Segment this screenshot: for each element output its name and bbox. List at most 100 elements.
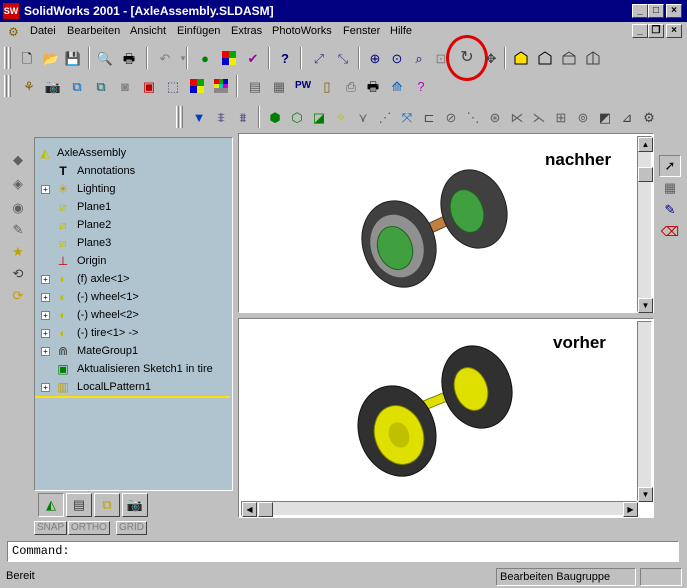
- camera2-icon[interactable]: ◙: [114, 75, 136, 97]
- expand-icon[interactable]: +: [41, 329, 50, 338]
- menu-hilfe[interactable]: Hilfe: [390, 25, 412, 37]
- mate-lock-icon[interactable]: ⋋: [528, 106, 550, 128]
- mate-tool-icon[interactable]: ✎: [7, 219, 29, 241]
- mate-distance-icon[interactable]: ⋰: [374, 106, 396, 128]
- zoom-in-icon[interactable]: ⊙: [386, 47, 408, 69]
- toolbar-grip-2[interactable]: [8, 75, 11, 97]
- expand-icon[interactable]: +: [41, 185, 50, 194]
- copy-render-icon[interactable]: ⧉: [90, 75, 112, 97]
- grid-icon[interactable]: ▦: [659, 177, 681, 199]
- document-icon[interactable]: ⚙: [8, 25, 22, 39]
- close-button[interactable]: ×: [666, 4, 682, 18]
- select-icon[interactable]: ⤢: [308, 47, 330, 69]
- decal-icon[interactable]: ▦: [268, 75, 290, 97]
- menu-extras[interactable]: Extras: [231, 25, 262, 37]
- save-image-icon[interactable]: ▤: [244, 75, 266, 97]
- copy-icon[interactable]: ⧉: [66, 75, 88, 97]
- horizontal-scrollbar[interactable]: ◀ ▶: [241, 501, 638, 517]
- mate-align-icon[interactable]: ⊏: [418, 106, 440, 128]
- maximize-button[interactable]: □: [648, 4, 664, 18]
- property-tab-icon[interactable]: ▤: [66, 493, 92, 517]
- mate-sym-icon[interactable]: ⊛: [484, 106, 506, 128]
- smart-select-icon[interactable]: ⤡: [332, 47, 354, 69]
- photoworks-tab-icon[interactable]: 📷: [122, 493, 148, 517]
- menu-fenster[interactable]: Fenster: [343, 25, 380, 37]
- mate-anti-icon[interactable]: ⊘: [440, 106, 462, 128]
- sketch-tool-icon[interactable]: ◆: [7, 149, 29, 171]
- scroll-thumb-h[interactable]: [258, 502, 273, 517]
- select-arrow-icon[interactable]: ➚: [659, 155, 681, 177]
- filter-edge-icon[interactable]: ⩨: [210, 106, 232, 128]
- mate-concentric-icon[interactable]: ⋎: [352, 106, 374, 128]
- view-iso-icon[interactable]: [582, 47, 604, 69]
- render-icon[interactable]: ⚘: [18, 75, 40, 97]
- view-hidden-icon[interactable]: [534, 47, 556, 69]
- ortho-button[interactable]: ORTHO: [68, 521, 110, 535]
- menu-bearbeiten[interactable]: Bearbeiten: [67, 25, 120, 37]
- options-icon[interactable]: ✔: [242, 47, 264, 69]
- help-render-icon[interactable]: ?: [410, 75, 432, 97]
- mate-parallel-icon[interactable]: ⬡: [286, 106, 308, 128]
- material-icon[interactable]: ▣: [138, 75, 160, 97]
- texture-icon[interactable]: [210, 75, 232, 97]
- camera-icon[interactable]: 📷: [42, 75, 64, 97]
- mate-tangent-icon[interactable]: ✧: [330, 106, 352, 128]
- view-wire-icon[interactable]: [558, 47, 580, 69]
- vertical-scrollbar-bottom[interactable]: ▼: [637, 321, 653, 502]
- mdi-restore-button[interactable]: ❐: [648, 24, 664, 38]
- mdi-close-button[interactable]: ×: [666, 24, 682, 38]
- mate-angle-icon[interactable]: ⤧: [396, 106, 418, 128]
- toolbar-grip[interactable]: [176, 106, 179, 128]
- sketch-pen-icon[interactable]: ✎: [659, 199, 681, 221]
- expand-icon[interactable]: +: [41, 293, 50, 302]
- mate-rack-icon[interactable]: ⊿: [616, 106, 638, 128]
- explode-icon[interactable]: ⚙: [638, 106, 660, 128]
- minimize-button[interactable]: _: [632, 4, 648, 18]
- help-icon[interactable]: ?: [274, 47, 296, 69]
- toolbar-grip-2[interactable]: [180, 106, 183, 128]
- star-tool-icon[interactable]: ★: [7, 241, 29, 263]
- rotate-component-icon[interactable]: ⟳: [7, 285, 29, 307]
- export-icon[interactable]: 🖶: [362, 75, 384, 97]
- expand-icon[interactable]: +: [41, 383, 50, 392]
- options-render-icon[interactable]: ⎙: [340, 75, 362, 97]
- scene-icon[interactable]: ⬚: [162, 75, 184, 97]
- snap-button[interactable]: SNAP: [34, 521, 68, 535]
- solidworks-app-icon[interactable]: SW: [3, 3, 19, 19]
- grid-button[interactable]: GRID: [116, 521, 147, 535]
- mate-closest-icon[interactable]: ⋱: [462, 106, 484, 128]
- render-region-icon[interactable]: ⟰: [386, 75, 408, 97]
- print-icon[interactable]: 🖶: [118, 47, 140, 69]
- eraser-icon[interactable]: ⌫: [659, 221, 681, 243]
- scroll-right-button[interactable]: ▶: [623, 502, 638, 517]
- scroll-up-button[interactable]: ▲: [638, 137, 653, 152]
- filter-icon[interactable]: ▼: [188, 106, 210, 128]
- mate-cam-icon[interactable]: ⊚: [572, 106, 594, 128]
- mdi-minimize-button[interactable]: _: [632, 24, 648, 38]
- rebuild-colors-icon[interactable]: [218, 47, 240, 69]
- scroll-down-button[interactable]: ▼: [638, 298, 653, 313]
- menu-photoworks[interactable]: PhotoWorks: [272, 25, 332, 37]
- axle-assembly-after[interactable]: [349, 164, 589, 304]
- mate-gear-icon[interactable]: ◩: [594, 106, 616, 128]
- configuration-tab-icon[interactable]: ⧉: [94, 493, 120, 517]
- rollback-bar[interactable]: [35, 396, 230, 398]
- axle-assembly-before[interactable]: [339, 339, 579, 489]
- toolbar-grip[interactable]: [4, 47, 7, 69]
- zoom-fit-icon[interactable]: ⊕: [364, 47, 386, 69]
- save-icon[interactable]: 💾: [62, 47, 84, 69]
- toolbar-grip-2[interactable]: [8, 47, 11, 69]
- expand-icon[interactable]: +: [41, 347, 50, 356]
- vertical-scrollbar-top[interactable]: ▲ ▼: [637, 136, 653, 313]
- featuremanager-tab-icon[interactable]: ◭: [38, 493, 64, 517]
- filter-face-icon[interactable]: ⩩: [232, 106, 254, 128]
- scroll-down-button[interactable]: ▼: [638, 487, 653, 502]
- expand-icon[interactable]: +: [41, 275, 50, 284]
- menu-einfuegen[interactable]: Einfügen: [177, 25, 220, 37]
- print-preview-icon[interactable]: 🔍: [94, 47, 116, 69]
- viewport-bottom[interactable]: vorher ▼ ◀ ▶: [238, 318, 654, 518]
- scroll-thumb[interactable]: [638, 167, 653, 182]
- open-icon[interactable]: 📂: [40, 47, 62, 69]
- part-tool-icon[interactable]: ◉: [7, 197, 29, 219]
- toolbar-grip[interactable]: [4, 75, 7, 97]
